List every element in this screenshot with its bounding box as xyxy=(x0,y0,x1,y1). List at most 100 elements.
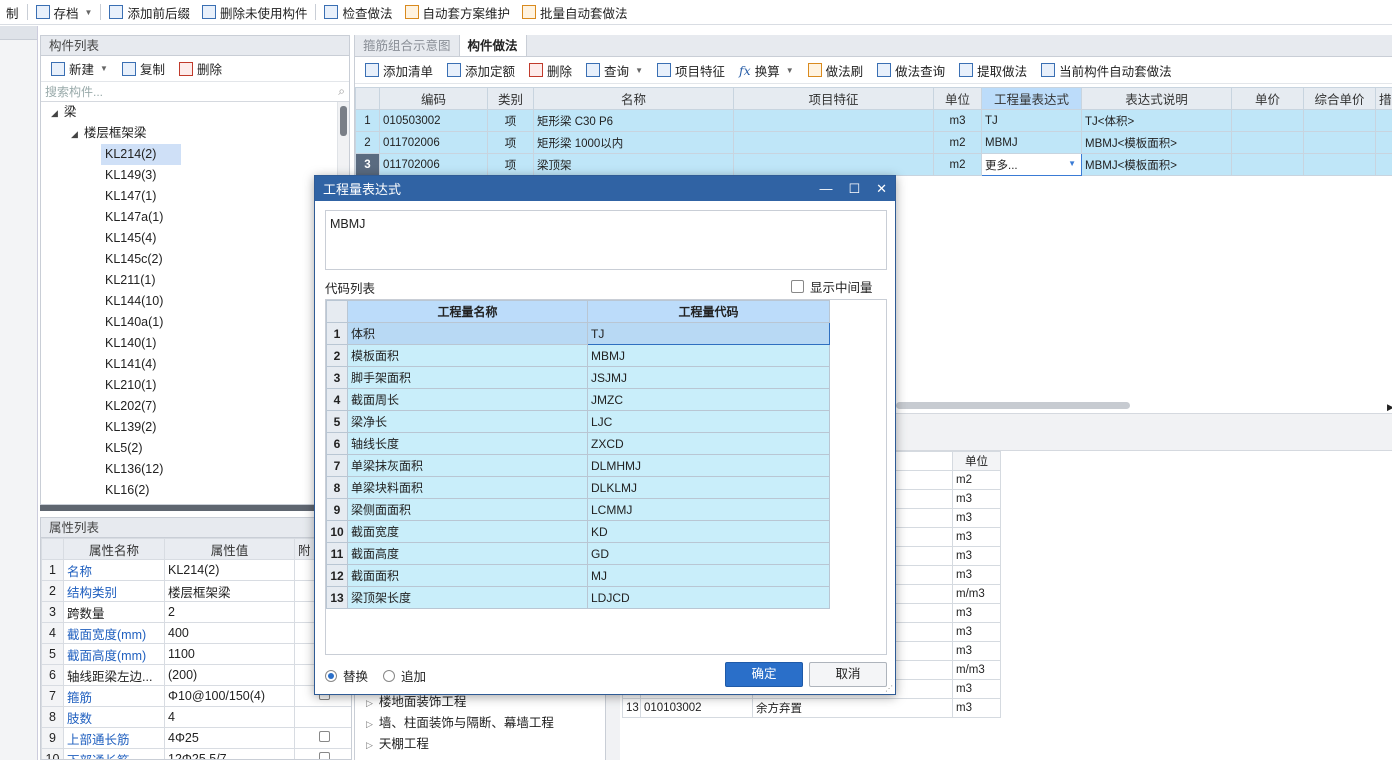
close-icon[interactable]: ✕ xyxy=(876,181,887,197)
qty-name[interactable]: 脚手架面积 xyxy=(347,366,588,389)
qty-name[interactable]: 体积 xyxy=(347,322,588,345)
tab-stirrup-diagram[interactable]: 箍筋组合示意图 xyxy=(355,35,459,56)
qty-code[interactable]: LJC xyxy=(587,410,830,433)
tree-node[interactable]: KL147a(1) xyxy=(101,207,181,228)
tree-node[interactable]: KL210(1) xyxy=(101,375,181,396)
qty-name[interactable]: 截面周长 xyxy=(347,388,588,411)
attr-extra[interactable] xyxy=(294,706,351,728)
qty-code[interactable]: GD xyxy=(587,542,830,565)
grid-cell-code[interactable]: 011702006 xyxy=(379,153,488,176)
tree-node[interactable]: KL147(1) xyxy=(101,186,181,207)
code-row[interactable]: 7 单梁抹灰面积 DLMHMJ xyxy=(326,454,830,477)
grid-cell-n[interactable]: 1 xyxy=(355,109,380,132)
method-toolbar-button[interactable]: 提取做法 xyxy=(953,58,1033,83)
code-row[interactable]: 6 轴线长度 ZXCD xyxy=(326,432,830,455)
code-row[interactable]: 2 模板面积 MBMJ xyxy=(326,344,830,367)
tree-node[interactable]: KL144(10) xyxy=(101,291,181,312)
method-toolbar-button[interactable]: 添加定额 xyxy=(441,58,521,83)
grid-cell-name[interactable]: 梁顶架 xyxy=(533,153,734,176)
attribute-row[interactable]: 8 肢数 4 xyxy=(41,706,351,728)
add-prefix-suffix-button[interactable]: 添加前后缀 xyxy=(103,0,196,25)
attr-value[interactable]: KL214(2) xyxy=(164,559,295,581)
attribute-row[interactable]: 10下部通长筋12Φ25 5/7 xyxy=(41,748,351,759)
code-row[interactable]: 10 截面宽度 KD xyxy=(326,520,830,543)
grid-cell-desc[interactable]: MBMJ<模板面积> xyxy=(1081,131,1232,154)
tab-component-method[interactable]: 构件做法 xyxy=(458,35,527,56)
append-radio[interactable] xyxy=(383,669,395,682)
qty-code[interactable]: LCMMJ xyxy=(587,498,830,521)
tree-node[interactable]: KL145(4) xyxy=(101,228,181,249)
qty-name[interactable]: 截面高度 xyxy=(347,542,588,565)
lower-row[interactable]: 13 010103002 余方弃置 m3 xyxy=(622,698,1001,718)
attr-value[interactable]: 楼层框架梁 xyxy=(164,580,295,602)
grid-row[interactable]: 3 011702006 项梁顶架 m2 更多... ▼ MBMJ<模板面积> xyxy=(355,153,1392,176)
qty-code[interactable]: JSJMJ xyxy=(587,366,830,389)
code-row[interactable]: 8 单梁块料面积 DLKLMJ xyxy=(326,476,830,499)
scrollbar-thumb[interactable] xyxy=(340,106,347,136)
copy-button[interactable]: 复制 xyxy=(116,56,171,81)
qty-code[interactable]: LDJCD xyxy=(587,586,830,609)
qty-code[interactable]: ZXCD xyxy=(587,432,830,455)
qty-code[interactable]: JMZC xyxy=(587,388,830,411)
qty-name[interactable]: 单梁抹灰面积 xyxy=(347,454,588,477)
grid-cell-unit[interactable]: m2 xyxy=(933,153,982,176)
code-row[interactable]: 9 梁侧面面积 LCMMJ xyxy=(326,498,830,521)
ok-button[interactable]: 确定 xyxy=(725,662,803,687)
grid-cell-code[interactable]: 010503002 xyxy=(379,109,488,132)
attribute-row[interactable]: 3 跨数量 2 xyxy=(41,601,351,623)
grid-row[interactable]: 2 011702006 项矩形梁 1000以内 m2 MBMJ MBMJ<模板面积> xyxy=(355,131,1392,154)
grid-cell-desc[interactable]: TJ<体积> xyxy=(1081,109,1232,132)
attribute-row[interactable]: 9 上部通长筋 4Φ25 xyxy=(41,727,351,749)
replace-radio[interactable] xyxy=(325,669,337,682)
horizontal-scrollbar-thumb[interactable] xyxy=(896,402,1130,409)
grid-cell-type[interactable]: 项 xyxy=(487,131,534,154)
qty-code[interactable]: MJ xyxy=(587,564,830,587)
delete-button[interactable]: 删除 xyxy=(173,56,228,81)
grid-cell-name[interactable]: 矩形梁 1000以内 xyxy=(533,131,734,154)
save-archive-button[interactable]: 存档 ▼ xyxy=(30,0,99,25)
tree-node[interactable]: KL145c(2) xyxy=(101,249,181,270)
attr-value[interactable]: (200) xyxy=(164,664,295,686)
new-button[interactable]: 新建 ▼ xyxy=(45,56,114,81)
grid-cell-unit[interactable]: m2 xyxy=(933,131,982,154)
attr-checkbox[interactable] xyxy=(318,752,330,759)
tree-node[interactable]: KL140a(1) xyxy=(101,312,181,333)
lower-tree-node[interactable]: ▷ 天棚工程 xyxy=(366,734,429,755)
qty-code[interactable]: KD xyxy=(587,520,830,543)
qty-name[interactable]: 梁侧面面积 xyxy=(347,498,588,521)
grid-cell-empty[interactable] xyxy=(1375,109,1392,132)
qty-name[interactable]: 单梁块料面积 xyxy=(347,476,588,499)
method-toolbar-button[interactable]: 查询 ▼ xyxy=(580,58,649,83)
attribute-row[interactable]: 7 箍筋 Φ10@100/150(4) xyxy=(41,685,351,707)
maximize-icon[interactable]: ☐ xyxy=(848,181,860,197)
tree-node[interactable]: KL202(7) xyxy=(101,396,181,417)
tree-node[interactable]: KL136(12) xyxy=(101,459,181,480)
batch-auto-button[interactable]: 批量自动套做法 xyxy=(516,0,634,25)
delete-unused-button[interactable]: 删除未使用构件 xyxy=(196,0,314,25)
attr-value[interactable]: 4 xyxy=(164,706,295,728)
grid-cell-type[interactable]: 项 xyxy=(487,109,534,132)
qty-code[interactable]: TJ xyxy=(587,322,830,345)
auto-scheme-button[interactable]: 自动套方案维护 xyxy=(399,0,517,25)
method-toolbar-button[interactable]: fx 换算 ▼ xyxy=(733,58,800,83)
tree-node[interactable]: KL139(2) xyxy=(101,417,181,438)
code-row[interactable]: 4 截面周长 JMZC xyxy=(326,388,830,411)
tree-expand-icon[interactable]: ◢ xyxy=(51,108,58,118)
grid-cell-feat[interactable] xyxy=(733,109,934,132)
expression-input[interactable]: MBMJ xyxy=(325,210,887,270)
grid-cell-empty[interactable] xyxy=(1303,109,1376,132)
qty-code[interactable]: DLMHMJ xyxy=(587,454,830,477)
grid-cell-expr[interactable]: 更多... ▼ xyxy=(981,153,1082,176)
code-row[interactable]: 12 截面面积 MJ xyxy=(326,564,830,587)
qty-name[interactable]: 模板面积 xyxy=(347,344,588,367)
grid-cell-type[interactable]: 项 xyxy=(487,153,534,176)
attr-value[interactable]: 4Φ25 xyxy=(164,727,295,749)
cancel-button[interactable]: 取消 xyxy=(809,662,887,687)
grid-cell-n[interactable]: 3 xyxy=(355,153,380,176)
attr-extra[interactable] xyxy=(294,727,351,749)
attribute-row[interactable]: 5 截面高度(mm) 1100 xyxy=(41,643,351,665)
grid-cell-expr[interactable]: MBMJ xyxy=(981,131,1082,154)
qty-name[interactable]: 轴线长度 xyxy=(347,432,588,455)
grid-cell-unit[interactable]: m3 xyxy=(933,109,982,132)
scroll-right-icon[interactable]: ▶ xyxy=(1387,402,1392,413)
